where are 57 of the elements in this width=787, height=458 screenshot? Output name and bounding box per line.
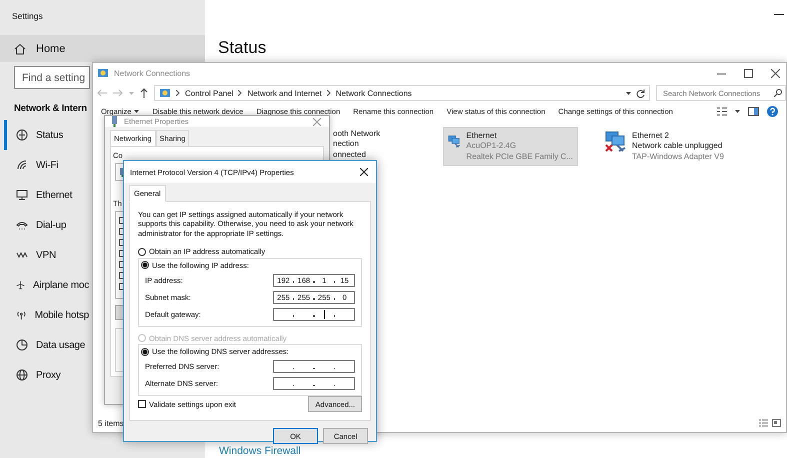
preview-pane-icon[interactable] [748, 106, 759, 116]
search-field[interactable]: Find a setting [14, 66, 90, 89]
breadcrumb-item[interactable]: Network Connections [336, 88, 412, 98]
radio-button[interactable] [138, 248, 146, 256]
hotspot-icon [16, 309, 27, 321]
connection-item[interactable]: ooth Network nection onnected [333, 127, 421, 160]
page-heading: Status [218, 38, 266, 58]
close-icon[interactable] [771, 68, 780, 78]
connection-item[interactable]: Ethernet AcuOP1-2.4G Realtek PCIe GBE Family C... [443, 127, 578, 166]
airplane-icon [16, 279, 26, 291]
nav-item[interactable]: Proxy [4, 360, 89, 390]
nav-item[interactable]: VPN [4, 240, 89, 270]
nav-item[interactable]: Mobile hotsp [4, 300, 89, 330]
phone-icon [16, 219, 28, 231]
firewall-link[interactable]: Windows Firewall [218, 445, 301, 457]
nav-item[interactable]: Status [4, 120, 89, 150]
radio-button[interactable] [141, 348, 149, 356]
nav-item[interactable]: Dial-up [4, 210, 89, 240]
refresh-icon[interactable] [636, 88, 645, 98]
connection-item[interactable]: Ethernet 2 Network cable unplugged TAP-Windows Adapter V9 [600, 127, 750, 166]
status-text: 5 items [98, 418, 124, 428]
details-view-icon[interactable] [759, 419, 768, 427]
view-options-icon[interactable] [717, 106, 727, 116]
chevron-icon [176, 90, 180, 96]
section-heading: Network & Intern [14, 103, 87, 114]
window-title: Network Connections [114, 68, 190, 78]
chevron-icon [238, 90, 242, 96]
nav-item[interactable]: Ethernet [4, 180, 89, 210]
breadcrumb-item[interactable]: Control Panel [185, 88, 234, 98]
up-arrow-icon[interactable] [140, 88, 148, 98]
globe-icon [16, 369, 28, 381]
caret-icon[interactable] [735, 110, 740, 112]
status-icon [16, 129, 28, 141]
caret-icon [134, 110, 140, 112]
monitor-icon [16, 189, 28, 201]
close-icon[interactable] [360, 168, 368, 176]
maximize-icon[interactable] [744, 68, 753, 78]
breadcrumb-item[interactable]: Network and Internet [247, 88, 322, 98]
address-bar[interactable]: Control Panel Network and Internet Network Connections [154, 85, 650, 101]
app-title: Settings [11, 10, 43, 23]
home-item[interactable]: Home [0, 35, 205, 62]
ip-address-field[interactable] [273, 360, 355, 373]
wifi-icon [16, 159, 28, 171]
tiles-view-icon[interactable] [772, 419, 781, 427]
ip-address-field[interactable] [273, 308, 355, 321]
radio-button[interactable] [141, 261, 149, 270]
adapter-icon [111, 116, 119, 127]
nav-item[interactable]: Airplane moc [4, 270, 89, 300]
caret-icon[interactable] [626, 92, 631, 94]
checkbox[interactable] [138, 400, 146, 408]
chevron-icon [326, 90, 331, 96]
help-icon[interactable] [767, 106, 778, 116]
nav-item[interactable]: Data usage [4, 330, 89, 360]
pie-chart-icon [16, 339, 28, 351]
home-icon [14, 42, 26, 54]
ip-address-field[interactable] [273, 377, 355, 390]
nav-item[interactable]: Wi-Fi [4, 150, 89, 180]
